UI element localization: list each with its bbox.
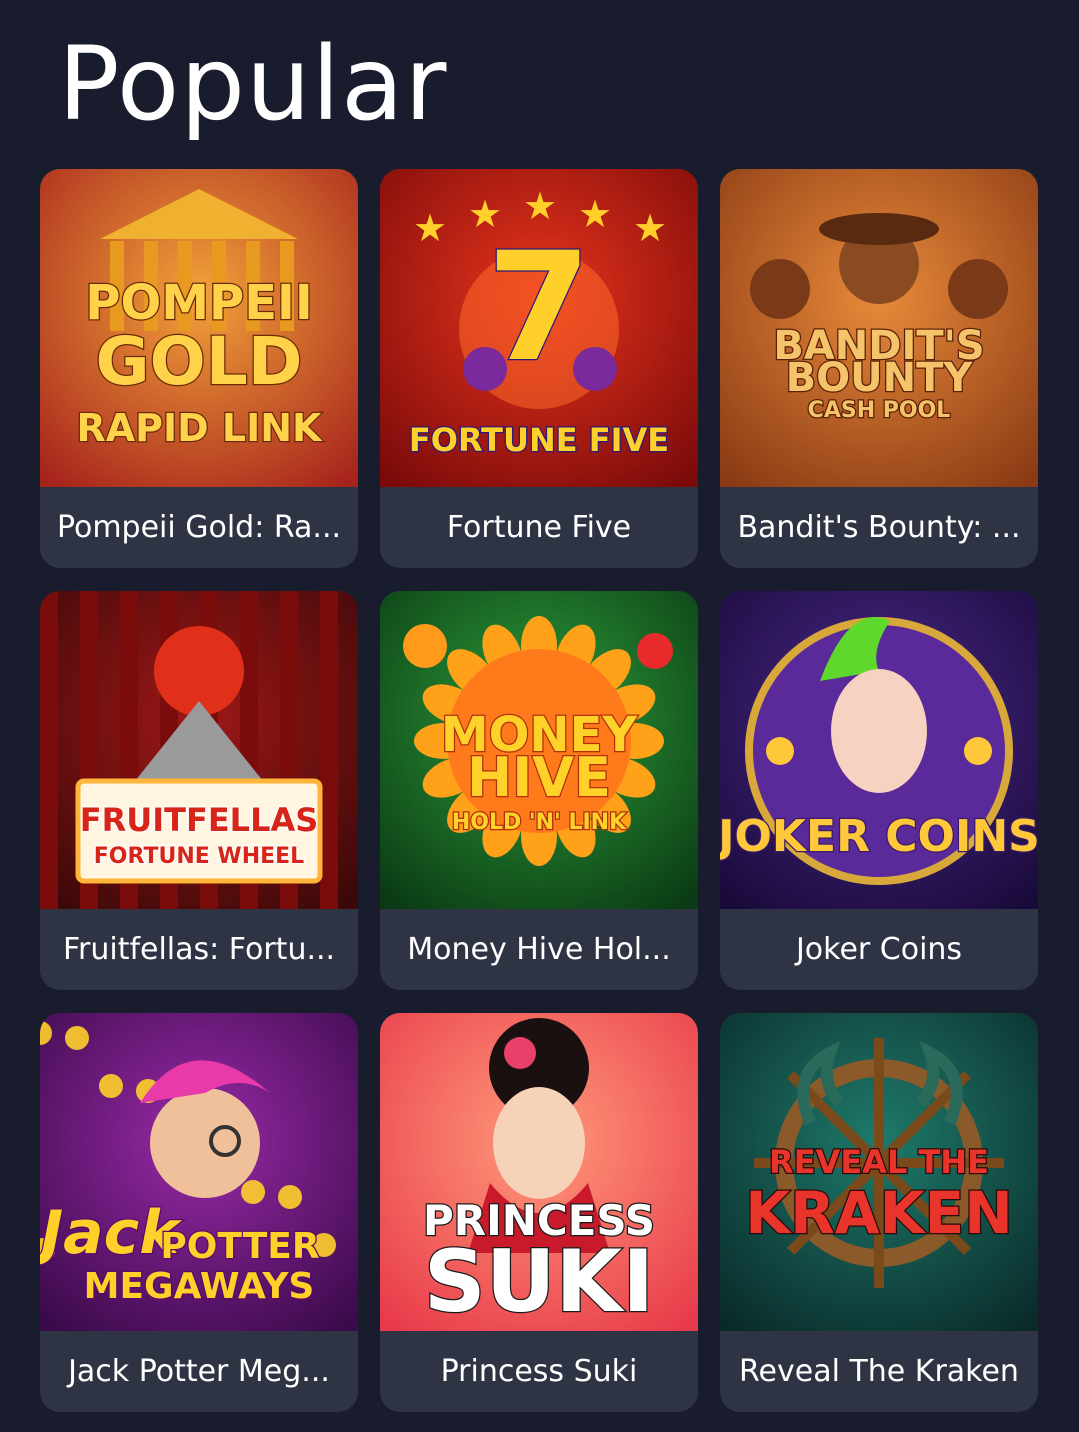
bandit-face-shape <box>750 259 810 319</box>
game-tile-fortune-five[interactable]: ★ ★ ★ ★ ★ 7 FORTUNE FIVE Fortune Five <box>380 169 698 568</box>
art-title-text: FRUITFELLAS <box>80 801 319 839</box>
game-artwork: POMPEIIGOLDRAPID LINK <box>40 169 358 487</box>
art-title-text: RAPID LINK <box>76 406 323 450</box>
art-title-text: CASH POOL <box>808 398 951 423</box>
game-thumbnail[interactable]: ★ ★ ★ ★ ★ 7 FORTUNE FIVE <box>380 169 698 487</box>
game-artwork: MONEYHIVEHOLD 'N' LINK <box>380 591 698 909</box>
joker-face-shape <box>831 669 927 793</box>
art-title-text: JOKER COINS <box>720 811 1038 862</box>
bell-icon <box>964 737 992 765</box>
art-title-text: BOUNTY <box>786 355 974 401</box>
coin-icon <box>65 1026 89 1050</box>
princess-face-shape <box>493 1087 585 1199</box>
art-title-text: GOLD <box>95 323 302 400</box>
star-icon: ★ <box>633 206 667 250</box>
game-thumbnail[interactable]: PRINCESS SUKI <box>380 1013 698 1331</box>
game-title[interactable]: Reveal The Kraken <box>720 1331 1038 1412</box>
art-title-text: MEGAWAYS <box>84 1266 315 1307</box>
game-artwork: BANDIT'SBOUNTYCASH POOL <box>720 169 1038 487</box>
art-title-text: SUKI <box>424 1232 654 1331</box>
game-tile-bandits-bounty[interactable]: BANDIT'S BOUNTY CASH POOL Bandit's Bounty:… <box>720 169 1038 568</box>
game-artwork: PRINCESSSUKI <box>380 1013 698 1331</box>
game-title[interactable]: Jack Potter Meg... <box>40 1331 358 1412</box>
coin-icon <box>241 1180 265 1204</box>
curtain-stripe-shape <box>320 591 338 909</box>
game-grid: POMPEII GOLD RAPID LINK Pompeii Gold: Ra..… <box>40 169 1039 1412</box>
game-tile-princess-suki[interactable]: PRINCESS SUKI Princess Suki <box>380 1013 698 1412</box>
art-title-text: HOLD 'N' LINK <box>452 810 627 835</box>
section-title: Popular <box>58 25 448 144</box>
game-tile-money-hive[interactable]: MONEY HIVE HOLD 'N' LINK Money Hive Hol... <box>380 591 698 990</box>
art-title-text: 7 <box>487 221 591 395</box>
game-thumbnail[interactable]: REVEAL THE KRAKEN <box>720 1013 1038 1331</box>
star-icon: ★ <box>413 206 447 250</box>
game-title[interactable]: Bandit's Bounty: ... <box>720 487 1038 568</box>
game-thumbnail[interactable]: JOKER COINS <box>720 591 1038 909</box>
game-tile-joker-coins[interactable]: JOKER COINS Joker Coins <box>720 591 1038 990</box>
game-title[interactable]: Money Hive Hol... <box>380 909 698 990</box>
game-artwork: REVEAL THEKRAKEN <box>720 1013 1038 1331</box>
game-tile-reveal-the-kraken[interactable]: REVEAL THE KRAKEN Reveal The Kraken <box>720 1013 1038 1412</box>
art-title-text: FORTUNE WHEEL <box>94 844 304 869</box>
game-artwork: JOKER COINS <box>720 591 1038 909</box>
art-title-text: FORTUNE FIVE <box>409 421 669 459</box>
flower-icon <box>504 1037 536 1069</box>
art-title-text: POTTER <box>160 1226 319 1267</box>
jester-face-shape <box>150 1088 260 1198</box>
game-thumbnail[interactable]: Jack POTTER MEGAWAYS <box>40 1013 358 1331</box>
game-title[interactable]: Joker Coins <box>720 909 1038 990</box>
game-thumbnail[interactable]: BANDIT'S BOUNTY CASH POOL <box>720 169 1038 487</box>
game-title[interactable]: Fruitfellas: Fortu... <box>40 909 358 990</box>
bell-icon <box>766 737 794 765</box>
art-title-text: REVEAL THE <box>769 1143 989 1181</box>
game-thumbnail[interactable]: FRUITFELLAS FORTUNE WHEEL <box>40 591 358 909</box>
game-thumbnail[interactable]: POMPEII GOLD RAPID LINK <box>40 169 358 487</box>
strawberry-icon <box>637 633 673 669</box>
coin-icon <box>278 1185 302 1209</box>
curtain-stripe-shape <box>40 591 58 909</box>
art-title-text: HIVE <box>467 746 611 809</box>
game-tile-fruitfellas[interactable]: FRUITFELLAS FORTUNE WHEEL Fruitfellas: Fo… <box>40 591 358 990</box>
game-title[interactable]: Pompeii Gold: Ra... <box>40 487 358 568</box>
orange-icon <box>403 624 447 668</box>
game-tile-pompeii-gold[interactable]: POMPEII GOLD RAPID LINK Pompeii Gold: Ra..… <box>40 169 358 568</box>
game-tile-jack-potter[interactable]: Jack POTTER MEGAWAYS Jack Potter Meg... <box>40 1013 358 1412</box>
cowboy-hat-shape <box>819 213 939 245</box>
game-artwork: ★ ★ ★ ★ ★7FORTUNE FIVE <box>380 169 698 487</box>
game-thumbnail[interactable]: MONEY HIVE HOLD 'N' LINK <box>380 591 698 909</box>
coin-icon <box>99 1074 123 1098</box>
game-artwork: JackPOTTERMEGAWAYS <box>40 1013 358 1331</box>
art-title-text: KRAKEN <box>745 1179 1013 1247</box>
bandit-face-shape <box>948 259 1008 319</box>
game-title[interactable]: Fortune Five <box>380 487 698 568</box>
game-title[interactable]: Princess Suki <box>380 1331 698 1412</box>
game-artwork: FRUITFELLAS FORTUNE WHEEL <box>40 591 358 909</box>
